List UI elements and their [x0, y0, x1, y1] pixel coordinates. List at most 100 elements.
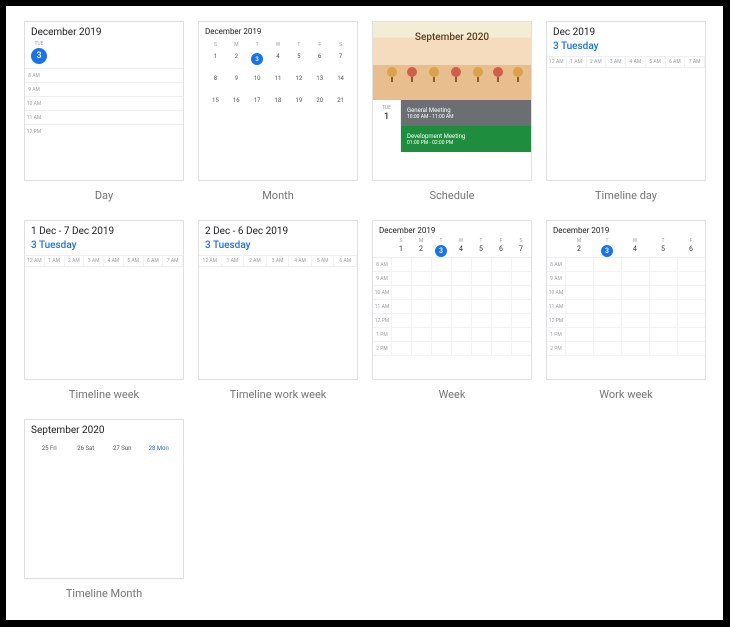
week-cell[interactable]: [511, 258, 531, 271]
week-cell[interactable]: [677, 272, 705, 285]
week-cell[interactable]: [471, 272, 491, 285]
week-cell[interactable]: [411, 258, 431, 271]
month-cell[interactable]: 12: [288, 75, 309, 97]
month-cell[interactable]: 8: [205, 75, 226, 97]
timeline-month-day[interactable]: 27 Sun: [104, 445, 141, 452]
week-cell[interactable]: [593, 272, 621, 285]
week-cell[interactable]: [565, 272, 593, 285]
month-cell[interactable]: 5: [288, 53, 309, 75]
week-cell[interactable]: [621, 300, 649, 313]
week-cell[interactable]: [565, 342, 593, 355]
card-schedule[interactable]: September 2020 TUE 1 General Meeting: [372, 21, 532, 181]
week-cell[interactable]: [431, 286, 451, 299]
timeline-month-day[interactable]: 26 Sat: [68, 445, 105, 452]
week-day-column[interactable]: M2: [565, 238, 593, 257]
week-cell[interactable]: [431, 258, 451, 271]
week-cell[interactable]: [565, 258, 593, 271]
week-cell[interactable]: [677, 300, 705, 313]
week-day-column[interactable]: M2: [411, 238, 431, 257]
schedule-event-0[interactable]: General Meeting 10:00 AM - 11:00 AM: [401, 100, 531, 126]
week-cell[interactable]: [649, 314, 677, 327]
week-cell[interactable]: [391, 258, 411, 271]
timeline-month-day[interactable]: 25 Fri: [31, 445, 68, 452]
week-cell[interactable]: [451, 286, 471, 299]
card-month[interactable]: December 2019 SMTWTFS 123456789101112131…: [198, 21, 358, 181]
week-cell[interactable]: [511, 286, 531, 299]
week-cell[interactable]: [593, 328, 621, 341]
week-day-column[interactable]: S1: [391, 238, 411, 257]
week-cell[interactable]: [565, 314, 593, 327]
month-cell[interactable]: 1: [205, 53, 226, 75]
week-cell[interactable]: [565, 286, 593, 299]
week-cell[interactable]: [677, 286, 705, 299]
week-cell[interactable]: [391, 314, 411, 327]
week-cell[interactable]: [451, 314, 471, 327]
week-cell[interactable]: [593, 314, 621, 327]
week-cell[interactable]: [471, 300, 491, 313]
week-cell[interactable]: [649, 342, 677, 355]
week-cell[interactable]: [451, 328, 471, 341]
week-day-column[interactable]: T5: [649, 238, 677, 257]
week-cell[interactable]: [471, 314, 491, 327]
week-cell[interactable]: [391, 300, 411, 313]
week-day-column[interactable]: T3: [431, 238, 451, 257]
week-day-column[interactable]: T3: [593, 238, 621, 257]
week-day-column[interactable]: S7: [511, 238, 531, 257]
week-cell[interactable]: [411, 328, 431, 341]
timeline-month-day[interactable]: 28 Mon: [141, 445, 178, 452]
week-cell[interactable]: [593, 286, 621, 299]
week-cell[interactable]: [411, 286, 431, 299]
week-cell[interactable]: [621, 328, 649, 341]
week-cell[interactable]: [491, 342, 511, 355]
week-day-column[interactable]: F6: [491, 238, 511, 257]
week-cell[interactable]: [565, 328, 593, 341]
week-cell[interactable]: [411, 272, 431, 285]
week-cell[interactable]: [621, 342, 649, 355]
week-day-column[interactable]: T5: [471, 238, 491, 257]
week-cell[interactable]: [431, 328, 451, 341]
schedule-event-1[interactable]: Development Meeting 01:00 PM - 02:00 PM: [401, 126, 531, 152]
month-cell[interactable]: 13: [309, 75, 330, 97]
week-cell[interactable]: [491, 300, 511, 313]
week-cell[interactable]: [491, 328, 511, 341]
week-cell[interactable]: [471, 286, 491, 299]
week-cell[interactable]: [649, 272, 677, 285]
card-timeline-week[interactable]: 1 Dec - 7 Dec 2019 3 Tuesday 12 AM1 AM2 …: [24, 220, 184, 380]
week-cell[interactable]: [391, 286, 411, 299]
week-cell[interactable]: [511, 342, 531, 355]
week-cell[interactable]: [677, 258, 705, 271]
month-cell[interactable]: 6: [309, 53, 330, 75]
month-cell[interactable]: 16: [226, 97, 247, 119]
week-cell[interactable]: [491, 272, 511, 285]
month-cell[interactable]: 21: [330, 97, 351, 119]
week-cell[interactable]: [491, 258, 511, 271]
card-timeline-work-week[interactable]: 2 Dec - 6 Dec 2019 3 Tuesday 12 AM1 AM2 …: [198, 220, 358, 380]
card-week[interactable]: December 2019 S1M2T3W4T5F6S7 8 AM9 AM10 …: [372, 220, 532, 380]
week-cell[interactable]: [491, 286, 511, 299]
week-cell[interactable]: [649, 286, 677, 299]
week-cell[interactable]: [593, 342, 621, 355]
card-timeline-day[interactable]: Dec 2019 3 Tuesday 12 AM1 AM2 AM3 AM4 AM…: [546, 21, 706, 181]
week-cell[interactable]: [471, 342, 491, 355]
week-cell[interactable]: [511, 314, 531, 327]
week-cell[interactable]: [391, 328, 411, 341]
week-day-column[interactable]: F6: [677, 238, 705, 257]
week-cell[interactable]: [431, 300, 451, 313]
month-cell[interactable]: 3: [247, 53, 268, 75]
week-cell[interactable]: [621, 272, 649, 285]
week-cell[interactable]: [391, 342, 411, 355]
card-day[interactable]: December 2019 TUE 3 8 AM9 AM10 AM11 AM12…: [24, 21, 184, 181]
week-cell[interactable]: [621, 314, 649, 327]
week-cell[interactable]: [649, 300, 677, 313]
week-day-column[interactable]: W4: [621, 238, 649, 257]
week-cell[interactable]: [431, 314, 451, 327]
week-cell[interactable]: [451, 258, 471, 271]
week-cell[interactable]: [411, 342, 431, 355]
week-cell[interactable]: [621, 286, 649, 299]
week-cell[interactable]: [491, 314, 511, 327]
month-cell[interactable]: 11: [268, 75, 289, 97]
week-cell[interactable]: [471, 258, 491, 271]
week-cell[interactable]: [677, 342, 705, 355]
week-cell[interactable]: [677, 314, 705, 327]
week-cell[interactable]: [649, 328, 677, 341]
